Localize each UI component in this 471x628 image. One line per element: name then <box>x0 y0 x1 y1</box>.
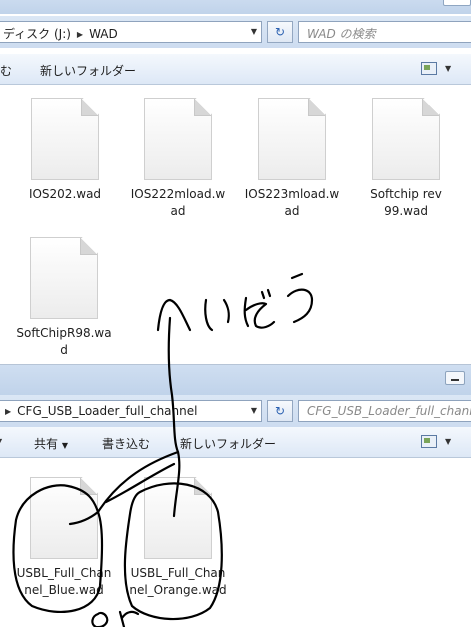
address-bar: ディスク (J:) ▶ WAD ▼ ↻ WAD の検索 <box>0 16 471 48</box>
file-icon <box>258 98 326 180</box>
close-button[interactable]: ▼ <box>443 0 471 6</box>
file-item[interactable]: IOS223mload.wad <box>242 98 342 220</box>
file-item[interactable]: SoftChipR98.wad <box>14 237 114 359</box>
file-item[interactable]: IOS222mload.wad <box>128 98 228 220</box>
breadcrumb-folder[interactable]: WAD <box>89 27 118 41</box>
chevron-down-icon[interactable]: ▼ <box>445 437 451 446</box>
breadcrumb: ▶ CFG_USB_Loader_full_channel <box>3 404 197 418</box>
breadcrumb: ディスク (J:) ▶ WAD <box>3 25 118 42</box>
view-icon[interactable] <box>421 435 437 448</box>
command-bar: ▼ 共有 ▼ 書き込む 新しいフォルダー ▼ <box>0 427 471 458</box>
file-name: IOS223mload.wad <box>244 187 340 218</box>
title-bar <box>0 365 471 395</box>
chevron-down-icon[interactable]: ▼ <box>251 406 257 415</box>
refresh-button[interactable]: ↻ <box>267 21 293 43</box>
file-name: IOS202.wad <box>28 187 102 201</box>
file-name: IOS222mload.wad <box>130 187 226 218</box>
toolbar-item-partial[interactable]: む <box>0 62 12 79</box>
view-icon[interactable] <box>421 62 437 75</box>
chevron-down-icon[interactable]: ▼ <box>445 64 451 73</box>
file-item[interactable]: Softchip rev99.wad <box>356 98 456 220</box>
explorer-window-wad: ▼ ディスク (J:) ▶ WAD ▼ ↻ WAD の検索 む 新しいフォルダー ▼… <box>0 0 471 364</box>
explorer-window-cfg: ▶ CFG_USB_Loader_full_channel ▼ ↻ CFG_USB… <box>0 364 471 628</box>
file-icon <box>144 98 212 180</box>
chevron-down-icon[interactable]: ▼ <box>0 437 2 446</box>
file-icon <box>144 477 212 559</box>
address-bar: ▶ CFG_USB_Loader_full_channel ▼ ↻ CFG_USB… <box>0 395 471 427</box>
chevron-right-icon[interactable]: ▶ <box>5 407 11 416</box>
chevron-down-icon[interactable]: ▼ <box>251 27 257 36</box>
burn-button[interactable]: 書き込む <box>102 435 150 452</box>
title-bar: ▼ <box>0 0 471 14</box>
search-input[interactable]: CFG_USB_Loader_full_chann <box>298 400 471 422</box>
address-field[interactable]: ▶ CFG_USB_Loader_full_channel ▼ <box>0 400 262 422</box>
file-item[interactable]: USBL_Full_Channel_Orange.wad <box>128 477 228 599</box>
breadcrumb-folder[interactable]: CFG_USB_Loader_full_channel <box>17 404 197 418</box>
command-bar: む 新しいフォルダー ▼ <box>0 54 471 85</box>
address-field[interactable]: ディスク (J:) ▶ WAD ▼ <box>0 21 262 43</box>
search-placeholder: WAD の検索 <box>307 27 376 41</box>
file-item[interactable]: USBL_Full_Channel_Blue.wad <box>14 477 114 599</box>
search-placeholder: CFG_USB_Loader_full_chann <box>307 404 471 418</box>
file-name: SoftChipR98.wad <box>16 326 112 357</box>
file-icon <box>30 477 98 559</box>
file-name: USBL_Full_Channel_Blue.wad <box>16 566 112 597</box>
breadcrumb-drive[interactable]: ディスク (J:) <box>3 27 71 41</box>
file-item[interactable]: IOS202.wad <box>15 98 115 203</box>
file-icon <box>372 98 440 180</box>
file-name: USBL_Full_Channel_Orange.wad <box>129 566 227 597</box>
chevron-right-icon[interactable]: ▶ <box>77 30 83 39</box>
new-folder-button[interactable]: 新しいフォルダー <box>180 435 276 452</box>
refresh-button[interactable]: ↻ <box>267 400 293 422</box>
minimize-button[interactable] <box>445 371 465 385</box>
search-input[interactable]: WAD の検索 <box>298 21 471 43</box>
file-name: Softchip rev99.wad <box>370 187 442 218</box>
file-icon <box>31 98 99 180</box>
file-icon <box>30 237 98 319</box>
share-button[interactable]: 共有 ▼ <box>34 435 68 452</box>
new-folder-button[interactable]: 新しいフォルダー <box>40 62 136 79</box>
